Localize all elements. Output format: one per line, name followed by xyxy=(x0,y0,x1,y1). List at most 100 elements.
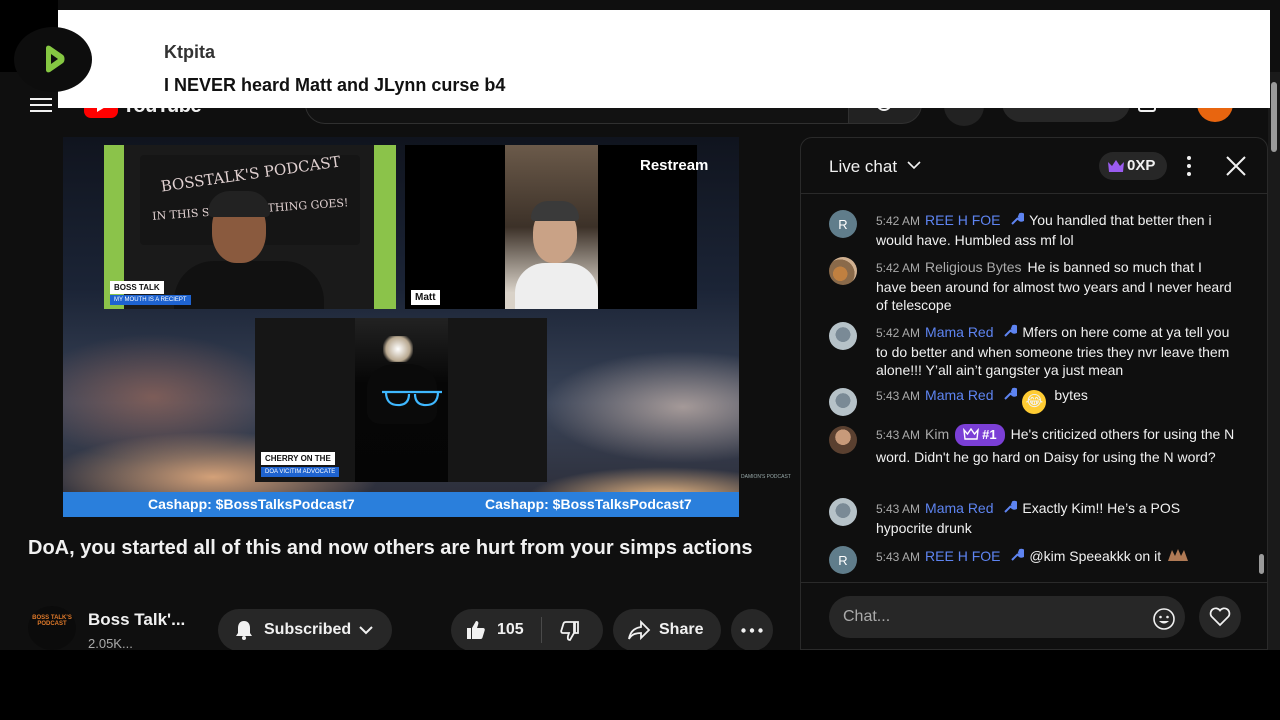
chat-text: @kim Speeakkk on it xyxy=(1029,548,1162,564)
participant-tile-cherry: CHERRY ON THE DOA VICITIM ADVOCATE xyxy=(255,318,547,482)
video-watermark: DAMION'S PODCAST xyxy=(741,474,791,480)
rofl-emoji-icon: 😂 xyxy=(1022,390,1047,414)
member-badge-text: #1 xyxy=(982,427,997,442)
share-label: Share xyxy=(659,621,704,638)
ceiling-light xyxy=(383,336,413,362)
rumble-logo xyxy=(14,27,92,92)
chat-message-list: R 5:42 AM REE H FOE You handled that bett… xyxy=(801,194,1261,582)
chat-avatar[interactable]: R xyxy=(829,546,857,574)
chat-time: 5:42 AM xyxy=(876,214,921,228)
participant-subtitle: DOA VICITIM ADVOCATE xyxy=(261,467,340,477)
notification-panel[interactable]: 5 Ktpita I NEVER heard Matt and JLynn cu… xyxy=(58,10,1270,108)
chat-message-body: 5:43 AM REE H FOE @kim Speeakkk on it xyxy=(876,547,1236,567)
heart-reaction-button[interactable] xyxy=(1199,596,1241,638)
neon-glasses-icon xyxy=(382,390,442,407)
chat-input[interactable]: Chat... xyxy=(829,596,1185,638)
crown-icon xyxy=(963,427,980,440)
share-icon xyxy=(628,619,651,641)
chat-time: 5:43 AM xyxy=(876,550,921,564)
close-icon[interactable] xyxy=(1225,155,1247,177)
like-dislike-group: 105 xyxy=(451,609,603,650)
crown-icon xyxy=(1108,160,1124,172)
chat-input-area: Chat... xyxy=(801,582,1267,649)
page-scrollbar[interactable] xyxy=(1268,72,1280,650)
live-chat-title[interactable]: Live chat xyxy=(829,157,897,177)
wrench-icon xyxy=(1003,387,1017,400)
wrench-icon xyxy=(1010,548,1024,561)
channel-name[interactable]: Boss Talk'... xyxy=(88,610,185,630)
host-body xyxy=(174,261,324,309)
notification-message: I NEVER heard Matt and JLynn curse b4 xyxy=(164,75,506,95)
matt-cap xyxy=(531,201,579,221)
subscribed-label: Subscribed xyxy=(264,621,352,638)
share-button[interactable]: Share xyxy=(613,609,721,650)
subscribed-button[interactable]: Subscribed xyxy=(218,609,392,650)
participant-name-tag: CHERRY ON THE xyxy=(261,452,335,465)
video-player[interactable]: BOSSTALK'S PODCAST IN THIS SHOW ANYTHING… xyxy=(63,137,739,517)
chat-text: Exactly Kim!! He’s a POS hypocrite drunk xyxy=(876,500,1181,536)
live-chat-panel: Live chat 0XP R 5:42 AM REE H FOE You han… xyxy=(800,137,1268,650)
participant-subtitle: MY MOUTH IS A RECIEPT xyxy=(110,295,191,305)
more-vertical-icon[interactable] xyxy=(1187,156,1191,176)
heart-icon xyxy=(1209,607,1231,627)
chat-scrollbar[interactable] xyxy=(1257,194,1267,582)
thumbs-up-icon[interactable] xyxy=(464,618,488,642)
cashapp-right: Cashapp: $BossTalksPodcast7 xyxy=(485,496,692,512)
chat-message-body: 5:43 AM Kim #1 He's criticized others for u… xyxy=(876,424,1236,468)
chat-author[interactable]: Kim xyxy=(925,426,949,442)
channel-avatar-text: BOSS TALK'S PODCAST xyxy=(32,615,72,627)
participant-tile-boss-talk: BOSSTALK'S PODCAST IN THIS SHOW ANYTHING… xyxy=(104,145,396,309)
chat-time: 5:42 AM xyxy=(876,326,921,340)
matt-shirt xyxy=(515,263,598,309)
chat-avatar[interactable] xyxy=(829,322,857,350)
bell-icon xyxy=(236,621,252,640)
like-divider xyxy=(541,617,542,643)
emoji-picker-icon[interactable] xyxy=(1152,607,1176,631)
channel-avatar[interactable]: BOSS TALK'S PODCAST xyxy=(28,606,76,650)
chat-avatar[interactable] xyxy=(829,426,857,454)
wrench-icon xyxy=(1010,212,1024,225)
chat-message-body: 5:42 AM Religious Bytes He is banned so mu… xyxy=(876,258,1236,315)
chat-author[interactable]: Mama Red xyxy=(925,324,993,340)
more-actions-button[interactable] xyxy=(731,609,773,650)
chat-author[interactable]: Mama Red xyxy=(925,387,993,403)
restream-watermark: Restream xyxy=(640,157,709,174)
chat-notification-popup: 5 Ktpita I NEVER heard Matt and JLynn cu… xyxy=(0,0,1280,108)
live-chat-header: Live chat 0XP xyxy=(801,138,1267,194)
chat-author[interactable]: REE H FOE xyxy=(925,548,1000,564)
chat-message-body: 5:43 AM Mama Red 😂 bytes xyxy=(876,386,1236,414)
chat-author[interactable]: Mama Red xyxy=(925,500,993,516)
chat-message-body: 5:42 AM REE H FOE You handled that better… xyxy=(876,211,1236,249)
chevron-down-icon xyxy=(359,626,373,635)
chat-avatar[interactable]: R xyxy=(829,210,857,238)
chat-message-body: 5:43 AM Mama Red Exactly Kim!! He’s a POS… xyxy=(876,499,1236,537)
chat-text: bytes xyxy=(1054,387,1088,403)
chat-author[interactable]: REE H FOE xyxy=(925,212,1000,228)
member-badge: #1 xyxy=(955,424,1005,446)
wrench-icon xyxy=(1003,324,1017,337)
rumble-play-icon xyxy=(46,45,65,73)
participant-name-tag: Matt xyxy=(411,290,440,305)
chat-time: 5:43 AM xyxy=(876,428,921,442)
thumbs-down-icon[interactable] xyxy=(558,619,582,643)
video-title: DoA, you started all of this and now oth… xyxy=(28,537,753,559)
more-horizontal-icon xyxy=(741,628,763,633)
chat-avatar[interactable] xyxy=(829,257,857,285)
xp-value: 0XP xyxy=(1127,157,1156,174)
chat-scroll-thumb[interactable] xyxy=(1259,554,1264,574)
letterbox-bottom xyxy=(0,650,1280,720)
chat-avatar[interactable] xyxy=(829,498,857,526)
chat-message-body: 5:42 AM Mama Red Mfers on here come at ya… xyxy=(876,323,1236,380)
xp-badge[interactable]: 0XP xyxy=(1099,152,1167,180)
chat-avatar[interactable] xyxy=(829,388,857,416)
clapping-hands-icon xyxy=(1168,549,1188,561)
host-cap xyxy=(208,191,270,217)
chat-author[interactable]: Religious Bytes xyxy=(925,259,1022,275)
cashapp-left: Cashapp: $BossTalksPodcast7 xyxy=(148,496,355,512)
chevron-down-icon[interactable] xyxy=(907,160,921,170)
wrench-icon xyxy=(1003,500,1017,513)
chat-time: 5:43 AM xyxy=(876,502,921,516)
like-count: 105 xyxy=(497,621,524,638)
cashapp-banner: Cashapp: $BossTalksPodcast7 Cashapp: $Bo… xyxy=(63,492,739,517)
notification-sender: Ktpita xyxy=(164,42,215,62)
